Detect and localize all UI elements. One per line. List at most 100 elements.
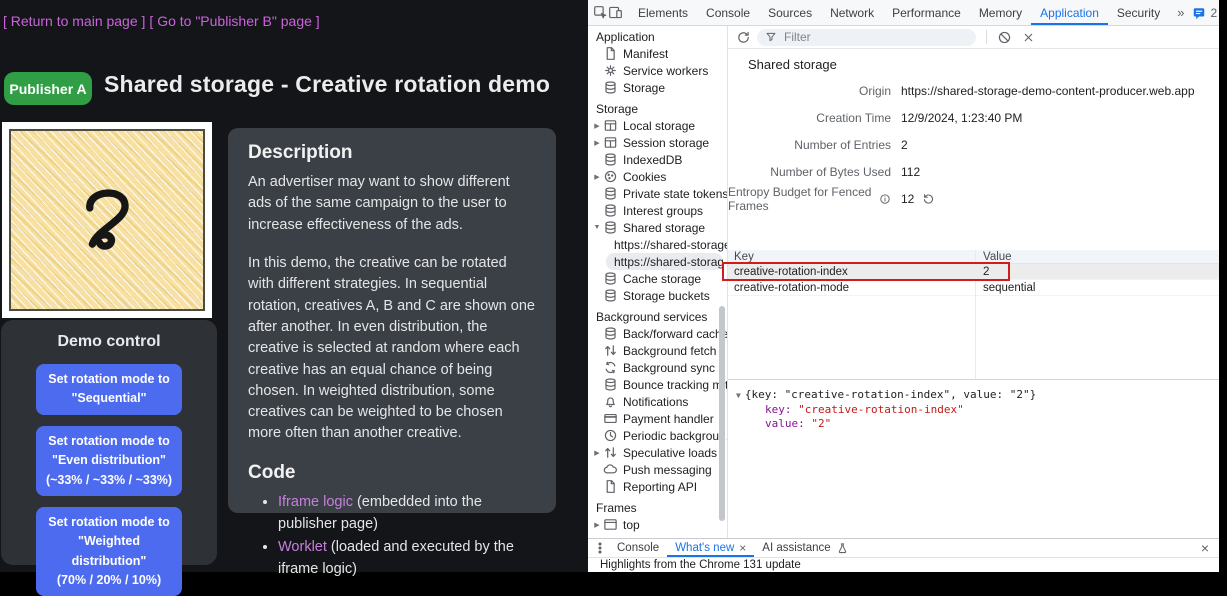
sidebar-item-periodic-backgroun[interactable]: Periodic backgroun... [588,427,727,444]
sidebar-item-manifest[interactable]: Manifest [588,45,727,62]
sidebar-item-push-messaging[interactable]: Push messaging [588,461,727,478]
preview-summary-text: {key: "creative-rotation-index", value: … [745,388,1036,401]
expander-closed-icon[interactable]: ▶ [592,122,602,130]
drawer-tab-what-s-new[interactable]: What's new× [667,539,754,557]
payment-card-icon [603,411,618,426]
tab-memory[interactable]: Memory [970,0,1031,25]
sidebar-item-reporting-api[interactable]: Reporting API [588,478,727,495]
sidebar-item-storage-buckets[interactable]: Storage buckets [588,287,727,304]
sidebar-item-background-sync[interactable]: Background sync [588,359,727,376]
code-link-1[interactable]: Worklet [278,539,327,555]
set-rotation-mode-button-2[interactable]: Set rotation mode to "Weighted distribut… [36,507,182,596]
inspect-element-icon[interactable] [593,0,608,25]
sidebar-item-speculative-loads[interactable]: ▶ Speculative loads [588,444,727,461]
top-links: [ Return to main page ][ Go to "Publishe… [3,13,324,29]
metadata-label-text: Number of Entries [794,138,891,152]
sidebar-item-label: Session storage [623,136,709,150]
tab-performance[interactable]: Performance [883,0,970,25]
device-toolbar-icon[interactable] [608,0,623,25]
sidebar-item-label: Speculative loads [623,446,717,460]
database-icon [603,271,618,286]
panel-close-icon[interactable] [1019,28,1037,46]
cell-key: creative-rotation-index [728,266,975,278]
ad-creative-iframe[interactable] [2,122,212,318]
more-tabs-icon[interactable]: » [1169,5,1192,20]
code-link-0[interactable]: Iframe logic [278,494,353,510]
sidebar-item-cache-storage[interactable]: Cache storage [588,270,727,287]
drawer-tab-console[interactable]: Console [609,539,667,557]
sidebar-item-payment-handler[interactable]: Payment handler [588,410,727,427]
drawer-close-icon[interactable]: × [1201,540,1219,556]
sidebar-item-background-fetch[interactable]: Background fetch [588,342,727,359]
tab-application[interactable]: Application [1031,0,1108,25]
sidebar-scrollbar[interactable] [719,306,725,521]
metadata-label-text: Entropy Budget for Fenced Frames [728,185,875,213]
cell-key: creative-rotation-mode [728,282,975,294]
top-link-0[interactable]: [ Return to main page ] [3,13,145,29]
database-icon [603,220,618,235]
tab-sources[interactable]: Sources [759,0,821,25]
table-row-creative-rotation-mode[interactable]: creative-rotation-modesequential [728,280,1219,296]
expander-closed-icon[interactable]: ▶ [592,521,602,529]
sidebar-item-label: Payment handler [623,412,714,426]
database-icon [603,377,618,392]
demo-control-panel: Demo control Set rotation mode to "Seque… [1,320,217,565]
tab-close-icon[interactable]: × [739,541,746,555]
devtools-drawer: ConsoleWhat's new×AI assistance × [588,538,1219,557]
sidebar-item-top[interactable]: ▶top [588,516,727,533]
drawer-tab-ai-assistance[interactable]: AI assistance [754,539,856,557]
sidebar-item-session-storage[interactable]: ▶ Session storage [588,134,727,151]
table-icon [603,135,618,150]
sidebar-item-back-forward-cache[interactable]: Back/forward cache [588,325,727,342]
drawer-menu-icon[interactable] [591,539,609,557]
sidebar-item-storage[interactable]: Storage [588,79,727,96]
sidebar-item-interest-groups[interactable]: Interest groups [588,202,727,219]
tab-security[interactable]: Security [1108,0,1169,25]
expander-closed-icon[interactable]: ▶ [592,139,602,147]
sidebar-item-label: Manifest [623,47,668,61]
sidebar-item-https-shared-storage[interactable]: https://shared-storage... [606,253,723,270]
refresh-icon[interactable] [734,28,752,46]
metadata-label-text: Origin [859,84,891,98]
expander-closed-icon[interactable]: ▶ [592,173,602,181]
set-rotation-mode-button-0[interactable]: Set rotation mode to "Sequential" [36,364,182,415]
set-rotation-mode-button-1[interactable]: Set rotation mode to "Even distribution"… [36,426,182,496]
sidebar-item-cookies[interactable]: ▶Cookies [588,168,727,185]
sidebar-item-label: https://shared-storage... [614,255,723,269]
demo-control-title: Demo control [1,333,217,351]
sidebar-item-notifications[interactable]: Notifications [588,393,727,410]
top-link-1[interactable]: [ Go to "Publisher B" page ] [149,13,319,29]
sidebar-item-https-shared-storage[interactable]: https://shared-storage... [588,236,727,253]
sidebar-item-shared-storage[interactable]: ▼Shared storage [588,219,727,236]
sidebar-item-label: Back/forward cache [623,327,727,341]
database-icon [603,186,618,201]
sidebar-item-indexeddb[interactable]: IndexedDB [588,151,727,168]
sidebar-item-local-storage[interactable]: ▶Local storage [588,117,727,134]
metadata-value: https://shared-storage-demo-content-prod… [901,84,1195,98]
clear-entries-icon[interactable] [995,28,1013,46]
tab-console[interactable]: Console [697,0,759,25]
expander-closed-icon[interactable]: ▶ [592,449,602,457]
screenshot-stage: [ Return to main page ][ Go to "Publishe… [0,0,1219,572]
issues-counter[interactable]: 2 [1192,6,1217,20]
table-header-row: KeyValue [728,250,1219,264]
column-header-key[interactable]: Key [728,251,975,263]
up-down-arrows-icon [603,343,618,358]
table-row-creative-rotation-index[interactable]: creative-rotation-index2 [728,264,1219,280]
filter-input[interactable] [782,29,968,45]
metadata-label-text: Creation Time [816,111,891,125]
tab-elements[interactable]: Elements [629,0,697,25]
sidebar-item-bounce-tracking-miti[interactable]: Bounce tracking miti... [588,376,727,393]
tab-network[interactable]: Network [821,0,883,25]
code-list-item-0: Iframe logic (embedded into the publishe… [278,492,536,536]
preview-expander-icon[interactable]: ▼ [736,391,741,400]
sidebar-item-label: Private state tokens [623,187,727,201]
sidebar-item-private-state-tokens[interactable]: Private state tokens [588,185,727,202]
filter-funnel-icon [765,31,777,43]
filter-box[interactable] [757,29,976,46]
reset-budget-icon[interactable] [922,192,935,205]
expander-open-icon[interactable]: ▼ [592,224,602,231]
sidebar-item-service-workers[interactable]: Service workers [588,62,727,79]
whats-new-headline: Highlights from the Chrome 131 update [600,559,801,571]
column-header-value[interactable]: Value [975,251,1219,263]
